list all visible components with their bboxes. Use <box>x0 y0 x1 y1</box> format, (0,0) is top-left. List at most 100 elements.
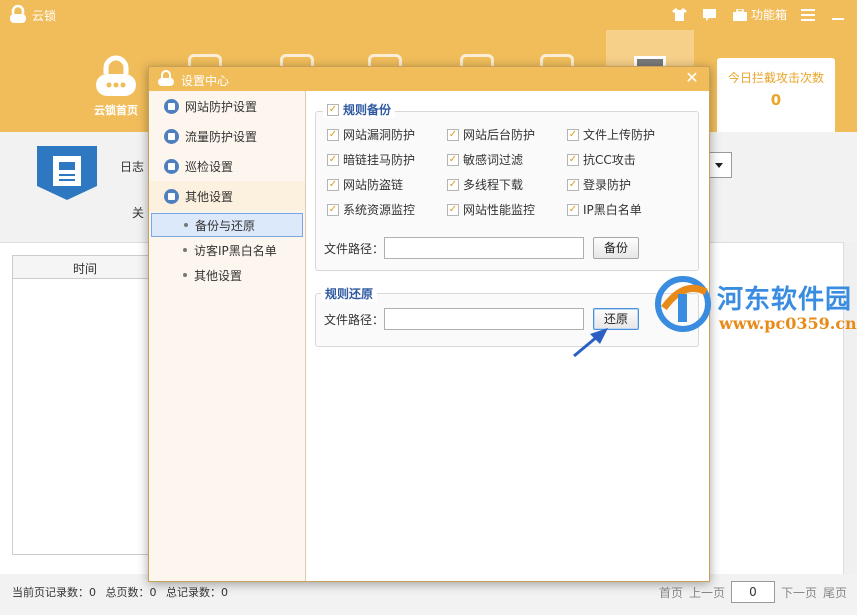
patrol-icon <box>164 158 179 174</box>
prev-page-link[interactable]: 上一页 <box>689 584 725 601</box>
checkbox-checked-icon: ✓ <box>447 128 459 141</box>
subitem-label: 其他设置 <box>194 268 243 283</box>
toolbox-icon[interactable] <box>731 7 749 23</box>
rule-label: 暗链挂马防护 <box>343 153 416 167</box>
restore-path-label: 文件路径： <box>324 313 385 327</box>
backup-path-input[interactable] <box>384 237 584 259</box>
record-summary: 当前页记录数：0 总页数：0 总记录数：0 <box>12 584 234 600</box>
sidebar-item-site-protection[interactable]: 网站防护设置 <box>149 91 305 121</box>
rule-label: 抗CC攻击 <box>583 153 636 167</box>
log-table-body <box>12 279 152 555</box>
watermark-logo-icon <box>655 276 711 332</box>
toolbox-label[interactable]: 功能箱 <box>751 6 787 23</box>
restore-title-label: 规则还原 <box>325 287 374 301</box>
nav-home[interactable]: 云锁首页 <box>84 30 148 132</box>
restore-path-input[interactable] <box>384 308 584 330</box>
rule-checkbox[interactable]: ✓ 文件上传防护 <box>567 126 655 143</box>
rule-label: 网站性能监控 <box>463 203 536 217</box>
pager: 首页 上一页 下一页 尾页 <box>659 581 847 603</box>
backup-button[interactable]: 备份 <box>593 237 639 259</box>
watermark-url: www.pc0359.cn <box>719 314 857 333</box>
sidebar-item-traffic-protection[interactable]: 流量防护设置 <box>149 121 305 151</box>
sidebar-item-label: 其他设置 <box>185 189 234 204</box>
rule-label: 网站后台防护 <box>463 128 536 142</box>
subitem-ip-list[interactable]: 访客IP黑白名单 <box>151 238 303 262</box>
first-page-link[interactable]: 首页 <box>659 584 683 601</box>
log-table-header: 时间 <box>12 255 152 279</box>
subitem-backup-restore[interactable]: 备份与还原 <box>151 213 303 237</box>
nav-home-label: 云锁首页 <box>94 104 138 117</box>
rule-label: 文件上传防护 <box>583 128 656 142</box>
cloud-lock-icon <box>96 55 136 96</box>
rule-label: 网站漏洞防护 <box>343 128 416 142</box>
attack-counter-label: 今日拦截攻击次数 <box>727 71 824 85</box>
rule-checkbox[interactable]: ✓ 系统资源监控 <box>327 201 415 218</box>
checkbox-checked-icon: ✓ <box>327 203 339 216</box>
dialog-close-icon[interactable]: ✕ <box>683 69 701 87</box>
rule-label: IP黑白名单 <box>583 203 642 217</box>
settings-list-icon <box>164 188 179 204</box>
rule-label: 多线程下载 <box>463 178 524 192</box>
checkbox-checked-icon: ✓ <box>327 178 339 191</box>
log-type-label: 日志 <box>120 160 145 174</box>
bullet-icon <box>184 223 188 227</box>
pointer-arrow-icon <box>573 328 608 358</box>
rule-label: 敏感词过滤 <box>463 153 524 167</box>
rule-label: 登录防护 <box>583 178 632 192</box>
page-record-count: 当前页记录数：0 <box>12 586 96 599</box>
rule-label: 网站防盗链 <box>343 178 404 192</box>
restore-group-title: 规则还原 <box>321 285 378 302</box>
checkbox-checked-icon: ✓ <box>567 153 579 166</box>
main-titlebar: 云锁 功能箱 <box>0 0 857 30</box>
minimize-icon[interactable] <box>829 7 847 23</box>
settings-dialog: 设置中心 ✕ 网站防护设置 流量防护设置 巡检设置 其他设置 备份与还原 访客I… <box>148 66 710 582</box>
checkbox-checked-icon: ✓ <box>567 128 579 141</box>
subitem-label: 访客IP黑白名单 <box>194 243 277 258</box>
attack-counter: 今日拦截攻击次数 0 <box>717 58 835 142</box>
rule-checkbox[interactable]: ✓ 登录防护 <box>567 176 631 193</box>
checkbox-checked-icon[interactable]: ✓ <box>327 103 339 116</box>
rule-checkbox[interactable]: ✓ IP黑白名单 <box>567 201 642 218</box>
rule-checkbox[interactable]: ✓ 敏感词过滤 <box>447 151 523 168</box>
cloud-lock-logo-icon <box>158 70 174 86</box>
page-number-input[interactable] <box>730 581 775 603</box>
rule-checkbox[interactable]: ✓ 暗链挂马防护 <box>327 151 415 168</box>
bullet-icon <box>183 273 187 277</box>
rule-checkbox[interactable]: ✓ 抗CC攻击 <box>567 151 636 168</box>
traffic-icon <box>164 128 179 144</box>
last-page-link[interactable]: 尾页 <box>823 584 847 601</box>
checkbox-checked-icon: ✓ <box>567 178 579 191</box>
sidebar-item-label: 巡检设置 <box>185 159 234 174</box>
sidebar-item-patrol[interactable]: 巡检设置 <box>149 151 305 181</box>
message-icon[interactable] <box>701 7 719 23</box>
checkbox-checked-icon: ✓ <box>447 203 459 216</box>
checkbox-checked-icon: ✓ <box>327 128 339 141</box>
total-page-count: 总页数：0 <box>105 586 157 599</box>
checkbox-checked-icon: ✓ <box>567 203 579 216</box>
sidebar-item-label: 网站防护设置 <box>185 99 258 114</box>
titlebar-controls: 功能箱 <box>671 6 847 23</box>
next-page-link[interactable]: 下一页 <box>781 584 817 601</box>
settings-panel: ✓ 规则备份 ✓ 网站漏洞防护 ✓ 网站后台防护 ✓ 文件上传防护 ✓ 暗链挂马防护 ✓… <box>307 91 709 581</box>
rule-checkbox[interactable]: ✓ 网站后台防护 <box>447 126 535 143</box>
cloud-lock-logo-icon <box>10 5 26 23</box>
rule-checkbox[interactable]: ✓ 网站防盗链 <box>327 176 403 193</box>
bullet-icon <box>183 248 187 252</box>
menu-icon[interactable] <box>799 7 817 23</box>
log-document-icon <box>37 146 97 200</box>
rule-checkbox[interactable]: ✓ 多线程下载 <box>447 176 523 193</box>
rule-label: 系统资源监控 <box>343 203 416 217</box>
total-record-count: 总记录数：0 <box>166 586 228 599</box>
rule-checkbox[interactable]: ✓ 网站漏洞防护 <box>327 126 415 143</box>
skin-shirt-icon[interactable] <box>671 7 689 23</box>
checkbox-checked-icon: ✓ <box>447 153 459 166</box>
dialog-titlebar: 设置中心 ✕ <box>149 67 709 91</box>
attack-counter-value: 0 <box>770 91 782 109</box>
subitem-other-settings[interactable]: 其他设置 <box>151 263 303 287</box>
col-time-header[interactable]: 时间 <box>73 260 97 277</box>
rule-checkbox[interactable]: ✓ 网站性能监控 <box>447 201 535 218</box>
app-title: 云锁 <box>32 9 57 23</box>
sidebar-item-other[interactable]: 其他设置 <box>149 181 305 211</box>
sidebar-item-label: 流量防护设置 <box>185 129 258 144</box>
backup-group-title[interactable]: ✓ 规则备份 <box>323 101 396 118</box>
